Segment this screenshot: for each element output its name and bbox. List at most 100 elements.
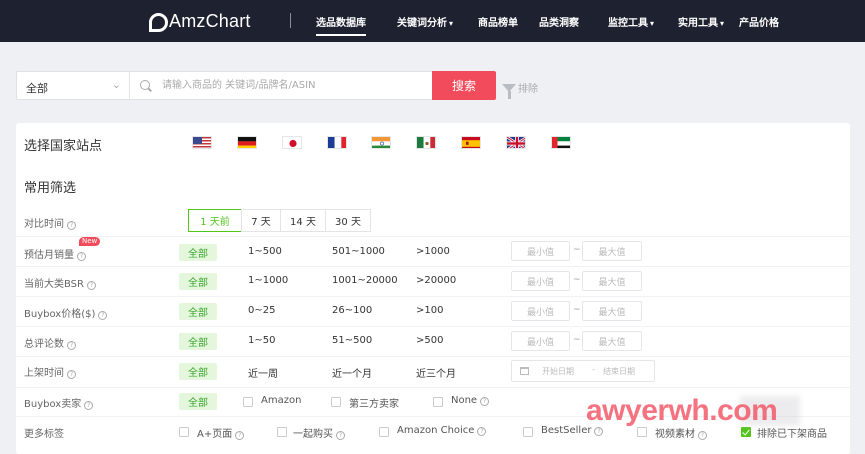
listing-time-option[interactable]: 近一个月 <box>332 365 372 380</box>
help-icon: ? <box>86 281 96 290</box>
range-dash: ~ <box>573 275 581 285</box>
date-separator: - <box>592 365 595 374</box>
buybox-price-option[interactable]: 26~100 <box>332 305 372 316</box>
nav-item-product-price[interactable]: 产品价格 <box>739 14 779 29</box>
buybox-price-option[interactable]: 0~25 <box>248 305 275 316</box>
bsr-option[interactable]: 1~1000 <box>248 275 288 286</box>
period-option-30d[interactable]: 30 天 <box>325 209 371 232</box>
tag-aplus-checkbox[interactable] <box>179 427 189 437</box>
monthly-sales-option[interactable]: 501~1000 <box>332 246 385 257</box>
buybox-price-label: Buybox价格($)? <box>24 305 108 320</box>
monthly-sales-max-input[interactable]: 最大值 <box>582 241 642 261</box>
search-input[interactable] <box>162 76 430 95</box>
bsr-all-option[interactable]: 全部 <box>179 273 217 290</box>
flag-de-icon[interactable] <box>237 136 257 149</box>
monthly-sales-min-input[interactable]: 最小值 <box>511 241 570 261</box>
buybox-price-option[interactable]: >100 <box>416 305 443 316</box>
tag-amazon-choice-label: Amazon Choice? <box>397 425 487 436</box>
brand-name: AmzChart <box>169 11 251 31</box>
funnel-icon <box>502 83 516 99</box>
period-option-7d[interactable]: 7 天 <box>241 209 281 232</box>
buybox-price-max-input[interactable]: 最大值 <box>582 301 642 321</box>
seller-third-party-label: 第三方卖家 <box>349 399 399 410</box>
seller-amazon-label: Amazon <box>261 395 302 406</box>
nav-item-category-insights[interactable]: 品类洞察 <box>539 14 579 29</box>
tag-amazon-choice-checkbox[interactable] <box>379 427 389 437</box>
period-option-1d[interactable]: 1 天前 <box>188 209 242 232</box>
exclude-filter-button[interactable]: 排除 <box>502 80 538 99</box>
help-icon: ? <box>235 431 245 440</box>
tag-video-checkbox[interactable] <box>637 427 647 437</box>
reviews-max-input[interactable]: 最大值 <box>582 331 642 351</box>
bsr-option[interactable]: 1001~20000 <box>332 275 398 286</box>
nav-item-monitoring-tools[interactable]: 监控工具 ▾ <box>608 14 654 29</box>
nav-item-product-rankings[interactable]: 商品榜单 <box>478 14 518 29</box>
bsr-option[interactable]: >20000 <box>416 275 456 286</box>
listing-date-range-picker[interactable]: 开始日期 - 结束日期 <box>511 360 655 382</box>
nav-item-utility-tools[interactable]: 实用工具 ▾ <box>678 14 724 29</box>
chevron-down-icon: ▾ <box>720 19 725 28</box>
period-option-14d[interactable]: 14 天 <box>280 209 326 232</box>
monthly-sales-option[interactable]: >1000 <box>416 246 450 257</box>
reviews-option[interactable]: >500 <box>416 335 443 346</box>
range-dash: ~ <box>573 245 581 255</box>
reviews-label: 总评论数? <box>24 335 76 350</box>
row-divider <box>16 236 850 237</box>
calendar-icon <box>520 367 529 375</box>
tag-bestseller-checkbox[interactable] <box>523 427 533 437</box>
watermark: awyerwh.com <box>586 394 778 427</box>
period-label: 对比时间? <box>24 215 76 230</box>
tag-bought-together-checkbox[interactable] <box>277 427 287 437</box>
help-icon: ? <box>77 252 86 261</box>
brand-logo[interactable]: AmzChart <box>148 11 251 32</box>
reviews-option[interactable]: 1~50 <box>248 335 275 346</box>
seller-amazon-checkbox[interactable] <box>243 397 253 407</box>
flag-es-icon[interactable] <box>461 136 481 149</box>
buybox-price-all-option[interactable]: 全部 <box>179 303 217 320</box>
listing-time-option[interactable]: 近一周 <box>248 365 278 380</box>
nav-item-product-database[interactable]: 选品数据库 <box>316 14 366 36</box>
tag-bought-together-label: 一起购买? <box>293 425 345 440</box>
category-select[interactable]: 全部 ⌄ <box>17 72 130 99</box>
help-icon: ? <box>67 221 76 230</box>
flag-fr-icon[interactable] <box>327 136 347 149</box>
logo-icon <box>148 12 168 32</box>
help-icon: ? <box>67 370 76 379</box>
bsr-label: 当前大类BSR? <box>24 275 96 290</box>
seller-none-checkbox[interactable] <box>433 397 443 407</box>
buybox-seller-all-option[interactable]: 全部 <box>179 393 217 410</box>
reviews-min-input[interactable]: 最小值 <box>511 331 570 351</box>
help-icon: ? <box>67 341 76 350</box>
exclude-delisted-checkbox[interactable] <box>741 427 751 437</box>
flag-ae-icon[interactable] <box>551 136 571 149</box>
date-end-placeholder: 结束日期 <box>603 367 635 376</box>
monthly-sales-option[interactable]: 1~500 <box>248 246 282 257</box>
flag-gb-icon[interactable] <box>506 136 526 149</box>
row-divider <box>16 266 850 267</box>
row-divider <box>16 387 850 388</box>
buybox-price-min-input[interactable]: 最小值 <box>511 301 570 321</box>
flag-us-icon[interactable] <box>192 136 212 149</box>
listing-time-all-option[interactable]: 全部 <box>179 363 217 380</box>
bsr-min-input[interactable]: 最小值 <box>511 271 570 291</box>
nav-item-keyword-analysis[interactable]: 关键词分析 ▾ <box>397 14 453 29</box>
buybox-seller-label: Buybox卖家? <box>24 395 94 410</box>
seller-third-party-checkbox[interactable] <box>331 397 341 407</box>
search-button[interactable]: 搜索 <box>432 71 496 100</box>
help-icon: ? <box>594 427 604 436</box>
flag-mx-icon[interactable] <box>416 136 436 149</box>
flag-in-icon[interactable] <box>371 136 391 149</box>
listing-time-option[interactable]: 近三个月 <box>416 365 456 380</box>
flag-jp-icon[interactable] <box>282 136 302 149</box>
range-dash: ~ <box>573 335 581 345</box>
monthly-sales-all-option[interactable]: 全部 <box>179 244 217 261</box>
row-divider <box>16 296 850 297</box>
reviews-all-option[interactable]: 全部 <box>179 333 217 350</box>
reviews-option[interactable]: 51~500 <box>332 335 372 346</box>
row-divider <box>16 326 850 327</box>
country-section-title: 选择国家站点 <box>24 139 103 154</box>
monthly-sales-label: 预估月销量? <box>24 246 86 261</box>
help-icon: ? <box>698 431 707 440</box>
bsr-max-input[interactable]: 最大值 <box>582 271 642 291</box>
search-icon <box>140 80 150 90</box>
